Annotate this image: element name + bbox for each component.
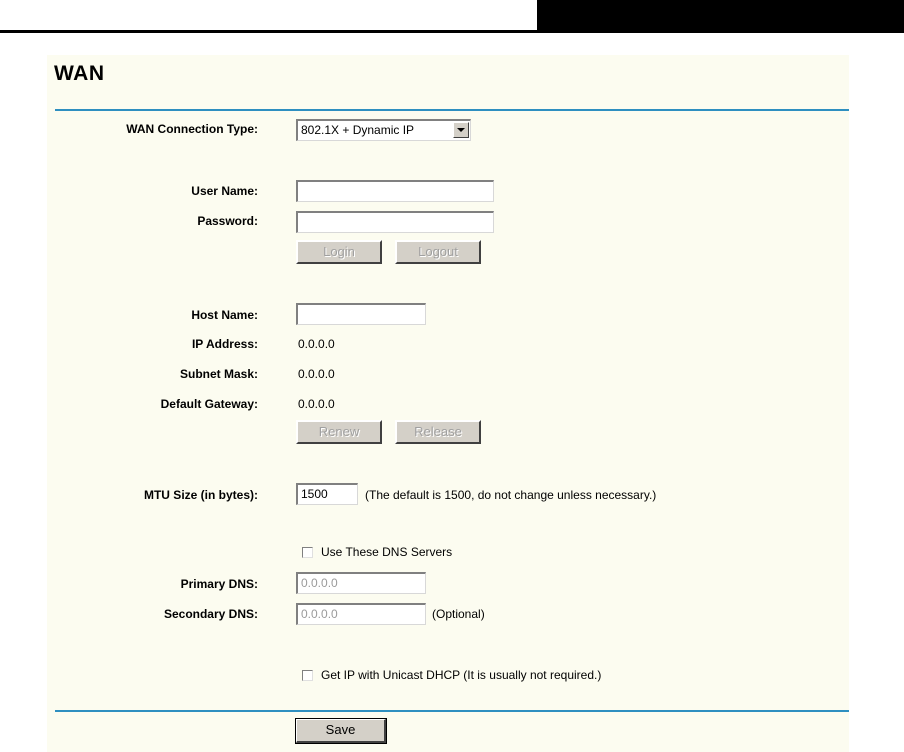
page-title: WAN xyxy=(54,62,105,85)
hostname-label: Host Name: xyxy=(191,308,258,322)
primary-dns-label: Primary DNS: xyxy=(180,577,258,591)
ip-address-value: 0.0.0.0 xyxy=(298,337,335,351)
secondary-dns-input[interactable]: 0.0.0.0 xyxy=(296,603,426,625)
bottom-divider xyxy=(55,710,849,712)
subnet-mask-label: Subnet Mask: xyxy=(179,367,258,381)
primary-dns-input[interactable]: 0.0.0.0 xyxy=(296,572,426,594)
release-button[interactable]: Release xyxy=(395,420,481,444)
password-input[interactable] xyxy=(296,211,494,233)
use-dns-checkbox[interactable] xyxy=(302,547,313,558)
username-input[interactable] xyxy=(296,180,494,202)
default-gateway-label: Default Gateway: xyxy=(160,397,258,411)
hostname-input[interactable] xyxy=(296,303,426,325)
default-gateway-value: 0.0.0.0 xyxy=(298,397,335,411)
save-button[interactable]: Save xyxy=(295,718,387,744)
chevron-down-icon[interactable] xyxy=(453,122,469,138)
connection-type-select[interactable]: 802.1X + Dynamic IP xyxy=(296,119,471,141)
mtu-input[interactable]: 1500 xyxy=(296,483,358,505)
password-label: Password: xyxy=(197,214,258,228)
mtu-label: MTU Size (in bytes): xyxy=(143,488,258,502)
top-divider xyxy=(55,109,849,111)
renew-button[interactable]: Renew xyxy=(296,420,382,444)
unicast-dhcp-checkbox[interactable] xyxy=(302,670,313,681)
secondary-dns-label: Secondary DNS: xyxy=(163,607,258,621)
unicast-dhcp-label: Get IP with Unicast DHCP (It is usually … xyxy=(321,668,602,682)
secondary-dns-hint: (Optional) xyxy=(432,607,485,621)
header-divider xyxy=(0,30,901,33)
login-button[interactable]: Login xyxy=(296,240,382,264)
mtu-hint: (The default is 1500, do not change unle… xyxy=(365,488,657,502)
logout-button[interactable]: Logout xyxy=(395,240,481,264)
use-dns-label: Use These DNS Servers xyxy=(321,545,453,559)
username-label: User Name: xyxy=(191,184,258,198)
connection-type-value: 802.1X + Dynamic IP xyxy=(301,123,415,137)
subnet-mask-value: 0.0.0.0 xyxy=(298,367,335,381)
header-bar xyxy=(537,0,901,30)
connection-type-label: WAN Connection Type: xyxy=(126,122,258,136)
ip-address-label: IP Address: xyxy=(191,337,258,351)
